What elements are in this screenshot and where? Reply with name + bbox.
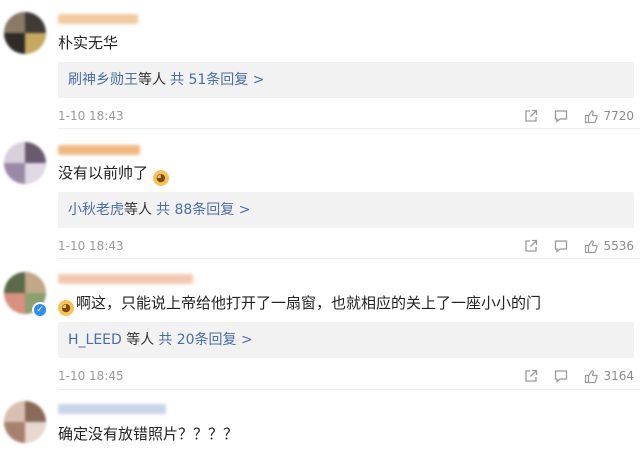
reply-users[interactable]: 小秋老虎 (68, 202, 124, 218)
comment-item: ✓ ◕ 啊这，只能说上帝给他打开了一扇窗，也就相应的关上了一座小小的门 H_LEE… (0, 260, 640, 391)
comment-icon[interactable] (554, 239, 568, 253)
comment-text-content: 啊这，只能说上帝给他打开了一扇窗，也就相应的关上了一座小小的门 (76, 294, 542, 312)
like-count: 5536 (603, 239, 634, 253)
comment-item: 朴实无华 刷神乡勋王等人共 51条回复 > 1-10 18:43 7720 (0, 0, 640, 130)
like-count: 7720 (603, 109, 634, 123)
comment-text: 朴实无华 (58, 34, 119, 52)
like-icon[interactable] (584, 239, 599, 254)
divider (58, 389, 640, 390)
reply-summary[interactable]: 小秋老虎等人共 88条回复 > (58, 192, 634, 228)
divider (58, 128, 640, 129)
reply-summary[interactable]: H_LEED 等人共 20条回复 > (58, 322, 634, 358)
share-icon[interactable] (524, 369, 538, 383)
share-icon[interactable] (524, 109, 538, 123)
timestamp: 1-10 18:43 (58, 239, 124, 253)
like-icon[interactable] (584, 109, 599, 124)
avatar[interactable] (4, 401, 46, 443)
avatar[interactable] (4, 142, 46, 184)
verified-badge-icon: ✓ (32, 302, 48, 318)
reply-suffix: 等人 (121, 332, 155, 348)
comment-item: 确定没有放错照片？？？？ (0, 391, 640, 453)
comment-text: ◕ 啊这，只能说上帝给他打开了一扇窗，也就相应的关上了一座小小的门 (58, 292, 541, 316)
comment-text-content: 没有以前帅了 (58, 164, 149, 182)
comment-text: 确定没有放错照片？？？？ (58, 425, 239, 443)
reply-count-link[interactable]: 共 88条回复 > (156, 202, 250, 218)
username[interactable] (58, 14, 138, 24)
divider (58, 258, 640, 259)
avatar[interactable] (4, 12, 46, 54)
doge-emoji-icon: ◕ (58, 300, 74, 316)
reply-count-link[interactable]: 共 20条回复 > (158, 332, 252, 348)
username[interactable] (58, 404, 166, 414)
reply-count-link[interactable]: 共 51条回复 > (170, 72, 264, 88)
like-icon[interactable] (584, 369, 599, 384)
comment-icon[interactable] (554, 369, 568, 383)
action-bar: 5536 (508, 238, 634, 254)
action-bar: 3164 (508, 368, 634, 384)
reply-users[interactable]: 刷神乡勋王 (68, 72, 138, 88)
username[interactable] (58, 274, 193, 284)
timestamp: 1-10 18:45 (58, 369, 124, 383)
comment-item: 没有以前帅了 ◕ 小秋老虎等人共 88条回复 > 1-10 18:43 5536 (0, 130, 640, 260)
comment-text: 没有以前帅了 ◕ (58, 162, 171, 186)
reply-suffix: 等人 (138, 72, 166, 88)
like-count: 3164 (603, 369, 634, 383)
reply-summary[interactable]: 刷神乡勋王等人共 51条回复 > (58, 62, 634, 98)
timestamp: 1-10 18:43 (58, 109, 124, 123)
reply-users[interactable]: H_LEED (68, 332, 122, 348)
comment-icon[interactable] (554, 109, 568, 123)
username[interactable] (58, 145, 140, 155)
action-bar: 7720 (508, 108, 634, 124)
doge-emoji-icon: ◕ (152, 170, 169, 186)
reply-suffix: 等人 (124, 202, 152, 218)
share-icon[interactable] (524, 239, 538, 253)
